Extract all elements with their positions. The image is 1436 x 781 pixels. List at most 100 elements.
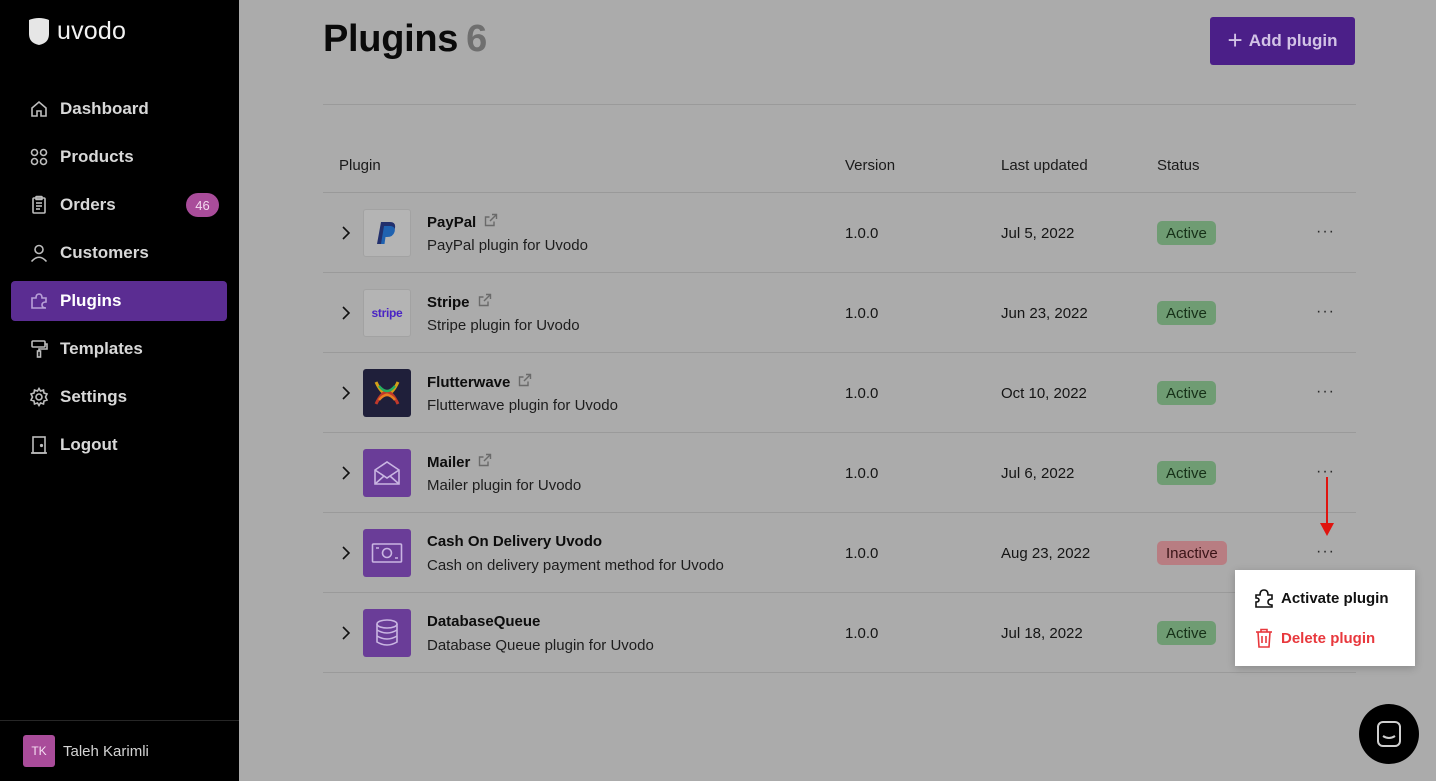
sidebar-item-label: Customers	[60, 243, 149, 262]
plugin-version: 1.0.0	[845, 305, 879, 322]
sidebar-item-logout[interactable]: Logout	[11, 425, 227, 465]
uvodo-logo-icon	[29, 18, 49, 45]
status-badge: Active	[1157, 381, 1216, 405]
trash-icon	[1256, 628, 1272, 648]
plugin-actions-menu: Activate plugin Delete plugin	[1235, 570, 1415, 666]
expand-chevron-icon[interactable]	[341, 625, 351, 641]
sidebar-item-templates[interactable]: Templates	[11, 329, 227, 369]
sidebar-item-label: Plugins	[60, 291, 122, 310]
plugin-last-updated: Jun 23, 2022	[1001, 305, 1088, 322]
paint-roller-icon	[28, 338, 50, 360]
plugin-description: PayPal plugin for Uvodo	[427, 237, 588, 254]
delete-plugin-menu-item[interactable]: Delete plugin	[1253, 626, 1375, 650]
more-options-icon[interactable]: ···	[1316, 383, 1335, 401]
sidebar-item-orders[interactable]: Orders 46	[11, 185, 227, 225]
clipboard-icon	[28, 194, 50, 216]
external-link-icon[interactable]	[484, 213, 498, 231]
table-row: DatabaseQueue Database Queue plugin for …	[323, 593, 1356, 673]
more-options-icon[interactable]: ···	[1316, 303, 1335, 321]
avatar: TK	[23, 735, 55, 767]
sidebar-item-label: Templates	[60, 339, 143, 358]
brand-logo[interactable]: uvodo	[27, 16, 126, 46]
expand-chevron-icon[interactable]	[341, 465, 351, 481]
add-plugin-label: Add plugin	[1248, 31, 1338, 50]
plugin-name: Cash On Delivery Uvodo	[427, 533, 603, 550]
plugin-description: Stripe plugin for Uvodo	[427, 317, 580, 334]
plugin-count: 6	[466, 18, 487, 60]
status-badge: Active	[1157, 221, 1216, 245]
annotation-arrow-head	[1320, 523, 1334, 536]
chat-launcher-button[interactable]	[1359, 704, 1419, 764]
expand-chevron-icon[interactable]	[341, 385, 351, 401]
cash-icon	[363, 529, 411, 577]
plugin-name: Mailer	[427, 453, 492, 471]
plugin-last-updated: Oct 10, 2022	[1001, 385, 1087, 402]
status-badge: Active	[1157, 621, 1216, 645]
plugin-version: 1.0.0	[845, 385, 879, 402]
activate-plugin-menu-item[interactable]: Activate plugin	[1253, 586, 1389, 610]
grid-icon	[28, 146, 50, 168]
expand-chevron-icon[interactable]	[341, 545, 351, 561]
chat-icon	[1377, 721, 1401, 747]
puzzle-icon	[1255, 589, 1273, 608]
external-link-icon[interactable]	[518, 373, 532, 391]
stripe-logo-icon: stripe	[363, 289, 411, 337]
table-row: stripe Stripe Stripe plugin for Uvodo 1.…	[323, 273, 1356, 353]
person-icon	[28, 242, 50, 264]
plugin-name: PayPal	[427, 213, 498, 231]
more-options-icon[interactable]: ···	[1316, 223, 1335, 241]
brand-name: uvodo	[57, 16, 127, 45]
sidebar-item-plugins[interactable]: Plugins	[11, 281, 227, 321]
status-badge: Active	[1157, 301, 1216, 325]
paypal-logo-icon	[363, 209, 411, 257]
column-header-version: Version	[845, 157, 896, 174]
sidebar-item-label: Settings	[60, 387, 128, 406]
plugin-description: Mailer plugin for Uvodo	[427, 477, 582, 494]
sidebar-item-settings[interactable]: Settings	[11, 377, 227, 417]
plugin-version: 1.0.0	[845, 465, 879, 482]
plugin-name: Flutterwave	[427, 373, 532, 391]
mail-icon	[363, 449, 411, 497]
user-name: Taleh Karimli	[63, 742, 149, 760]
plugin-description: Flutterwave plugin for Uvodo	[427, 397, 618, 414]
gear-icon	[28, 386, 50, 408]
plugin-version: 1.0.0	[845, 545, 879, 562]
plugin-version: 1.0.0	[845, 625, 879, 642]
add-plugin-button[interactable]: + Add plugin	[1210, 17, 1355, 65]
table-row: Mailer Mailer plugin for Uvodo 1.0.0 Jul…	[323, 433, 1356, 513]
external-link-icon[interactable]	[478, 453, 492, 471]
column-header-plugin: Plugin	[339, 157, 381, 174]
plugin-last-updated: Jul 18, 2022	[1001, 625, 1083, 642]
table-row: Flutterwave Flutterwave plugin for Uvodo…	[323, 353, 1356, 433]
puzzle-icon	[28, 290, 50, 312]
plugin-description: Database Queue plugin for Uvodo	[427, 637, 654, 654]
plugin-description: Cash on delivery payment method for Uvod…	[427, 557, 724, 574]
plugin-last-updated: Aug 23, 2022	[1001, 545, 1091, 562]
plugin-name: DatabaseQueue	[427, 613, 541, 630]
sidebar-item-label: Orders	[60, 195, 116, 214]
sidebar-nav: Dashboard Products Orders 46 Customers P…	[11, 89, 227, 473]
status-badge: Active	[1157, 461, 1216, 485]
home-icon	[28, 98, 50, 120]
external-link-icon[interactable]	[478, 293, 492, 311]
database-icon	[363, 609, 411, 657]
sidebar: uvodo Dashboard Products Orders 46 Custo…	[0, 0, 239, 781]
user-profile[interactable]: TK Taleh Karimli	[0, 720, 239, 781]
page-title-text: Plugins	[323, 18, 459, 60]
table-row: PayPal PayPal plugin for Uvodo 1.0.0 Jul…	[323, 193, 1356, 273]
sidebar-item-customers[interactable]: Customers	[11, 233, 227, 273]
expand-chevron-icon[interactable]	[341, 225, 351, 241]
sidebar-item-products[interactable]: Products	[11, 137, 227, 177]
flutterwave-logo-icon	[363, 369, 411, 417]
door-icon	[28, 434, 50, 456]
more-options-icon[interactable]: ···	[1316, 543, 1335, 561]
plugin-name: Stripe	[427, 293, 492, 311]
status-badge: Inactive	[1157, 541, 1227, 565]
plugin-last-updated: Jul 5, 2022	[1001, 225, 1075, 242]
divider	[323, 104, 1356, 105]
orders-count-badge: 46	[186, 193, 219, 217]
column-header-status: Status	[1157, 157, 1200, 174]
column-header-last-updated: Last updated	[1001, 157, 1088, 174]
expand-chevron-icon[interactable]	[341, 305, 351, 321]
sidebar-item-dashboard[interactable]: Dashboard	[11, 89, 227, 129]
